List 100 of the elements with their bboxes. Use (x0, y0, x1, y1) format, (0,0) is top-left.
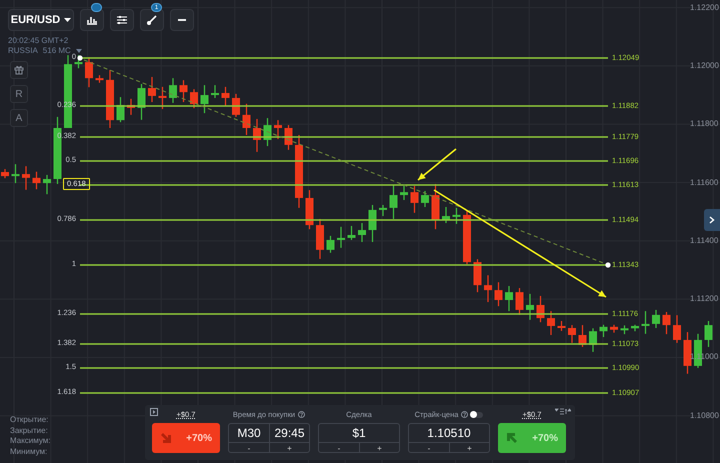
candle (200, 85, 208, 114)
candle (284, 125, 292, 150)
candle (74, 55, 82, 68)
candle (211, 85, 219, 98)
candle (22, 166, 30, 190)
gift-icon (14, 65, 24, 75)
handle-icon[interactable] (77, 55, 83, 61)
ohlc-label: Минимум: (10, 446, 48, 457)
candle (190, 89, 198, 108)
price-axis-label: 1.12000 (690, 60, 719, 71)
candle (704, 321, 712, 347)
decrease-button[interactable]: - (229, 443, 269, 452)
region-label: RUSSIA (8, 46, 38, 56)
help-icon[interactable] (298, 411, 306, 418)
candle (106, 70, 114, 128)
candle (242, 104, 250, 135)
help-icon[interactable] (461, 411, 468, 418)
arrow-icon (506, 432, 518, 444)
increase-button[interactable]: + (359, 443, 399, 452)
candle (337, 226, 345, 248)
strike-value: 1.10510 (409, 424, 489, 443)
instrument-dropdown[interactable]: EUR/USD (8, 9, 74, 31)
strike-field[interactable]: 1.10510 - + (408, 423, 490, 453)
candle (642, 311, 650, 334)
settings-button[interactable] (110, 9, 134, 31)
candle (232, 94, 240, 117)
time-value: 29:45 (269, 424, 309, 443)
increase-button[interactable]: + (449, 443, 489, 452)
candle (222, 86, 230, 106)
amount-field[interactable]: $1 - + (318, 423, 400, 453)
candle (43, 174, 51, 194)
price-axis-label: 1.11600 (690, 178, 718, 188)
candle (96, 75, 104, 83)
candle (12, 164, 20, 184)
candle (316, 218, 324, 259)
chevron-icon (709, 216, 715, 224)
candle (494, 282, 502, 306)
brush-icon (146, 15, 158, 25)
candle (526, 294, 534, 320)
price-axis-label: 1.11800 (690, 119, 718, 130)
collapse-tab[interactable] (704, 209, 720, 231)
price-axis-label: 1.10800 (690, 410, 719, 421)
more-button[interactable] (170, 9, 194, 31)
candle (463, 210, 471, 264)
currency-menu-icon[interactable] (555, 408, 571, 415)
handle-icon[interactable] (605, 262, 611, 268)
candle (610, 324, 618, 333)
candle (474, 259, 482, 292)
candle (516, 288, 524, 315)
candle (600, 324, 608, 338)
server-selector[interactable]: 516 MC (42, 46, 71, 56)
bar-chart-icon (86, 15, 98, 25)
candle (274, 120, 282, 140)
increase-button[interactable]: + (269, 443, 309, 452)
candle (547, 311, 555, 335)
candle (578, 325, 586, 347)
candle (452, 208, 460, 224)
candle (169, 78, 177, 103)
ohlc-label: Открытие: (10, 415, 50, 426)
candle (662, 312, 670, 334)
expiry-field[interactable]: M30 29:45 - + (228, 423, 310, 453)
candle (138, 84, 146, 120)
candle (1, 169, 9, 178)
ohlc-label: Закрытие: (10, 426, 49, 436)
price-axis-label: 1.12200 (690, 2, 719, 13)
clock-label: 20:02:45 GMT+2 (8, 36, 70, 46)
candle (148, 76, 156, 102)
candle (421, 190, 429, 207)
candle (127, 98, 135, 115)
candle (264, 118, 272, 146)
decrease-button[interactable]: - (319, 443, 359, 452)
candle (505, 286, 513, 312)
indicators-button[interactable] (80, 9, 104, 31)
timeframe-value[interactable]: M30 (229, 424, 269, 443)
candle (116, 97, 124, 122)
candle (348, 226, 356, 240)
candle (368, 204, 376, 242)
candle (400, 184, 408, 200)
candle (673, 315, 681, 343)
candle (536, 296, 544, 322)
candle (326, 236, 334, 253)
candle (620, 325, 628, 334)
price-axis-label: 1.11400 (690, 236, 718, 246)
tool-button[interactable]: A (10, 109, 28, 127)
sliders-icon (116, 15, 128, 25)
play-icon[interactable] (150, 408, 158, 416)
candle (158, 86, 166, 110)
arrow-icon (160, 432, 172, 444)
candle (652, 310, 660, 328)
candle (390, 185, 398, 219)
tool-button[interactable]: R (10, 85, 28, 103)
caret-icon (64, 18, 72, 22)
strike-toggle[interactable] (471, 412, 484, 418)
caret-icon (76, 49, 82, 53)
candle (180, 80, 188, 102)
candle (568, 325, 576, 343)
decrease-button[interactable]: - (409, 443, 449, 452)
price-axis-label: 1.11200 (690, 294, 718, 304)
gift-button[interactable] (10, 61, 28, 79)
drawing-tools-button[interactable] (140, 9, 164, 31)
